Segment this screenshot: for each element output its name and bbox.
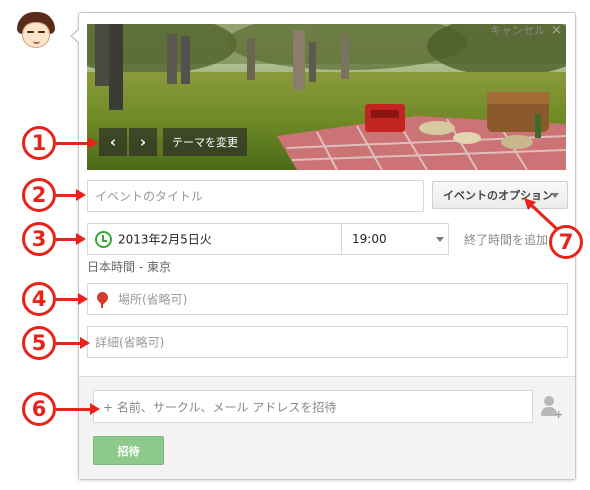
chevron-down-icon xyxy=(436,237,444,242)
map-pin-stem xyxy=(101,302,103,308)
cancel-button[interactable]: キャンセル × xyxy=(490,22,562,38)
annotation-arrow-3-head xyxy=(76,233,86,245)
dialog-pointer-inner xyxy=(72,29,80,43)
annotation-marker-2: 2 xyxy=(22,178,56,212)
annotation-arrow-2-line xyxy=(56,194,78,197)
event-place-placeholder: 場所(省略可) xyxy=(118,292,188,307)
invite-button[interactable]: 招待 xyxy=(93,436,164,465)
event-title-placeholder: イベントのタイトル xyxy=(95,189,204,204)
annotation-arrow-3-line xyxy=(56,238,78,241)
event-date-value: 2013年2月5日火 xyxy=(118,232,212,247)
event-date-input[interactable]: 2013年2月5日火 xyxy=(87,223,342,255)
annotation-arrow-1-line xyxy=(56,142,90,145)
annotation-marker-5: 5 xyxy=(22,326,56,360)
change-theme-button[interactable]: テーマを変更 xyxy=(163,128,247,156)
add-person-icon[interactable]: + xyxy=(540,396,564,421)
avatar xyxy=(14,10,58,54)
annotation-arrow-4-line xyxy=(56,298,80,301)
annotation-arrow-6-line xyxy=(56,408,92,411)
event-detail-input[interactable]: 詳細(省略可) xyxy=(87,326,568,358)
avatar-eye-right xyxy=(38,31,45,33)
annotation-arrow-5-head xyxy=(80,337,90,349)
annotation-marker-4: 4 xyxy=(22,282,56,316)
annotation-arrow-6-head xyxy=(90,403,100,415)
cancel-label: キャンセル xyxy=(490,24,545,37)
event-time-select[interactable]: 19:00 xyxy=(341,223,449,255)
annotation-arrow-1-head xyxy=(88,137,98,149)
avatar-eye-left xyxy=(27,31,34,33)
close-icon: × xyxy=(551,22,562,38)
theme-next-button[interactable]: › xyxy=(129,128,157,156)
add-person-head xyxy=(544,396,554,406)
timezone-label: 日本時間 - 東京 xyxy=(87,260,171,274)
theme-controls: ‹ › テーマを変更 xyxy=(99,128,247,156)
event-title-input[interactable]: イベントのタイトル xyxy=(87,180,424,212)
add-person-plus: + xyxy=(554,408,564,421)
invite-input[interactable]: + 名前、サークル、メール アドレスを招待 xyxy=(93,390,533,423)
event-time-value: 19:00 xyxy=(352,232,387,246)
event-place-input[interactable]: 場所(省略可) xyxy=(87,283,568,315)
annotation-arrow-4-head xyxy=(78,293,88,305)
avatar-face xyxy=(22,22,50,48)
clock-icon xyxy=(95,231,112,248)
invite-placeholder: + 名前、サークル、メール アドレスを招待 xyxy=(103,400,337,414)
annotation-arrow-2-head xyxy=(76,189,86,201)
annotation-marker-6: 6 xyxy=(22,392,56,426)
theme-prev-button[interactable]: ‹ xyxy=(99,128,127,156)
annotation-marker-1: 1 xyxy=(22,126,56,160)
annotation-marker-3: 3 xyxy=(22,222,56,256)
event-detail-placeholder: 詳細(省略可) xyxy=(95,335,165,350)
annotation-arrow-7 xyxy=(524,198,560,232)
annotation-arrow-5-line xyxy=(56,342,82,345)
event-creation-screen: キャンセル × ‹ › テーマを変更 イベントのタイトル イベントのオプション … xyxy=(0,0,590,490)
